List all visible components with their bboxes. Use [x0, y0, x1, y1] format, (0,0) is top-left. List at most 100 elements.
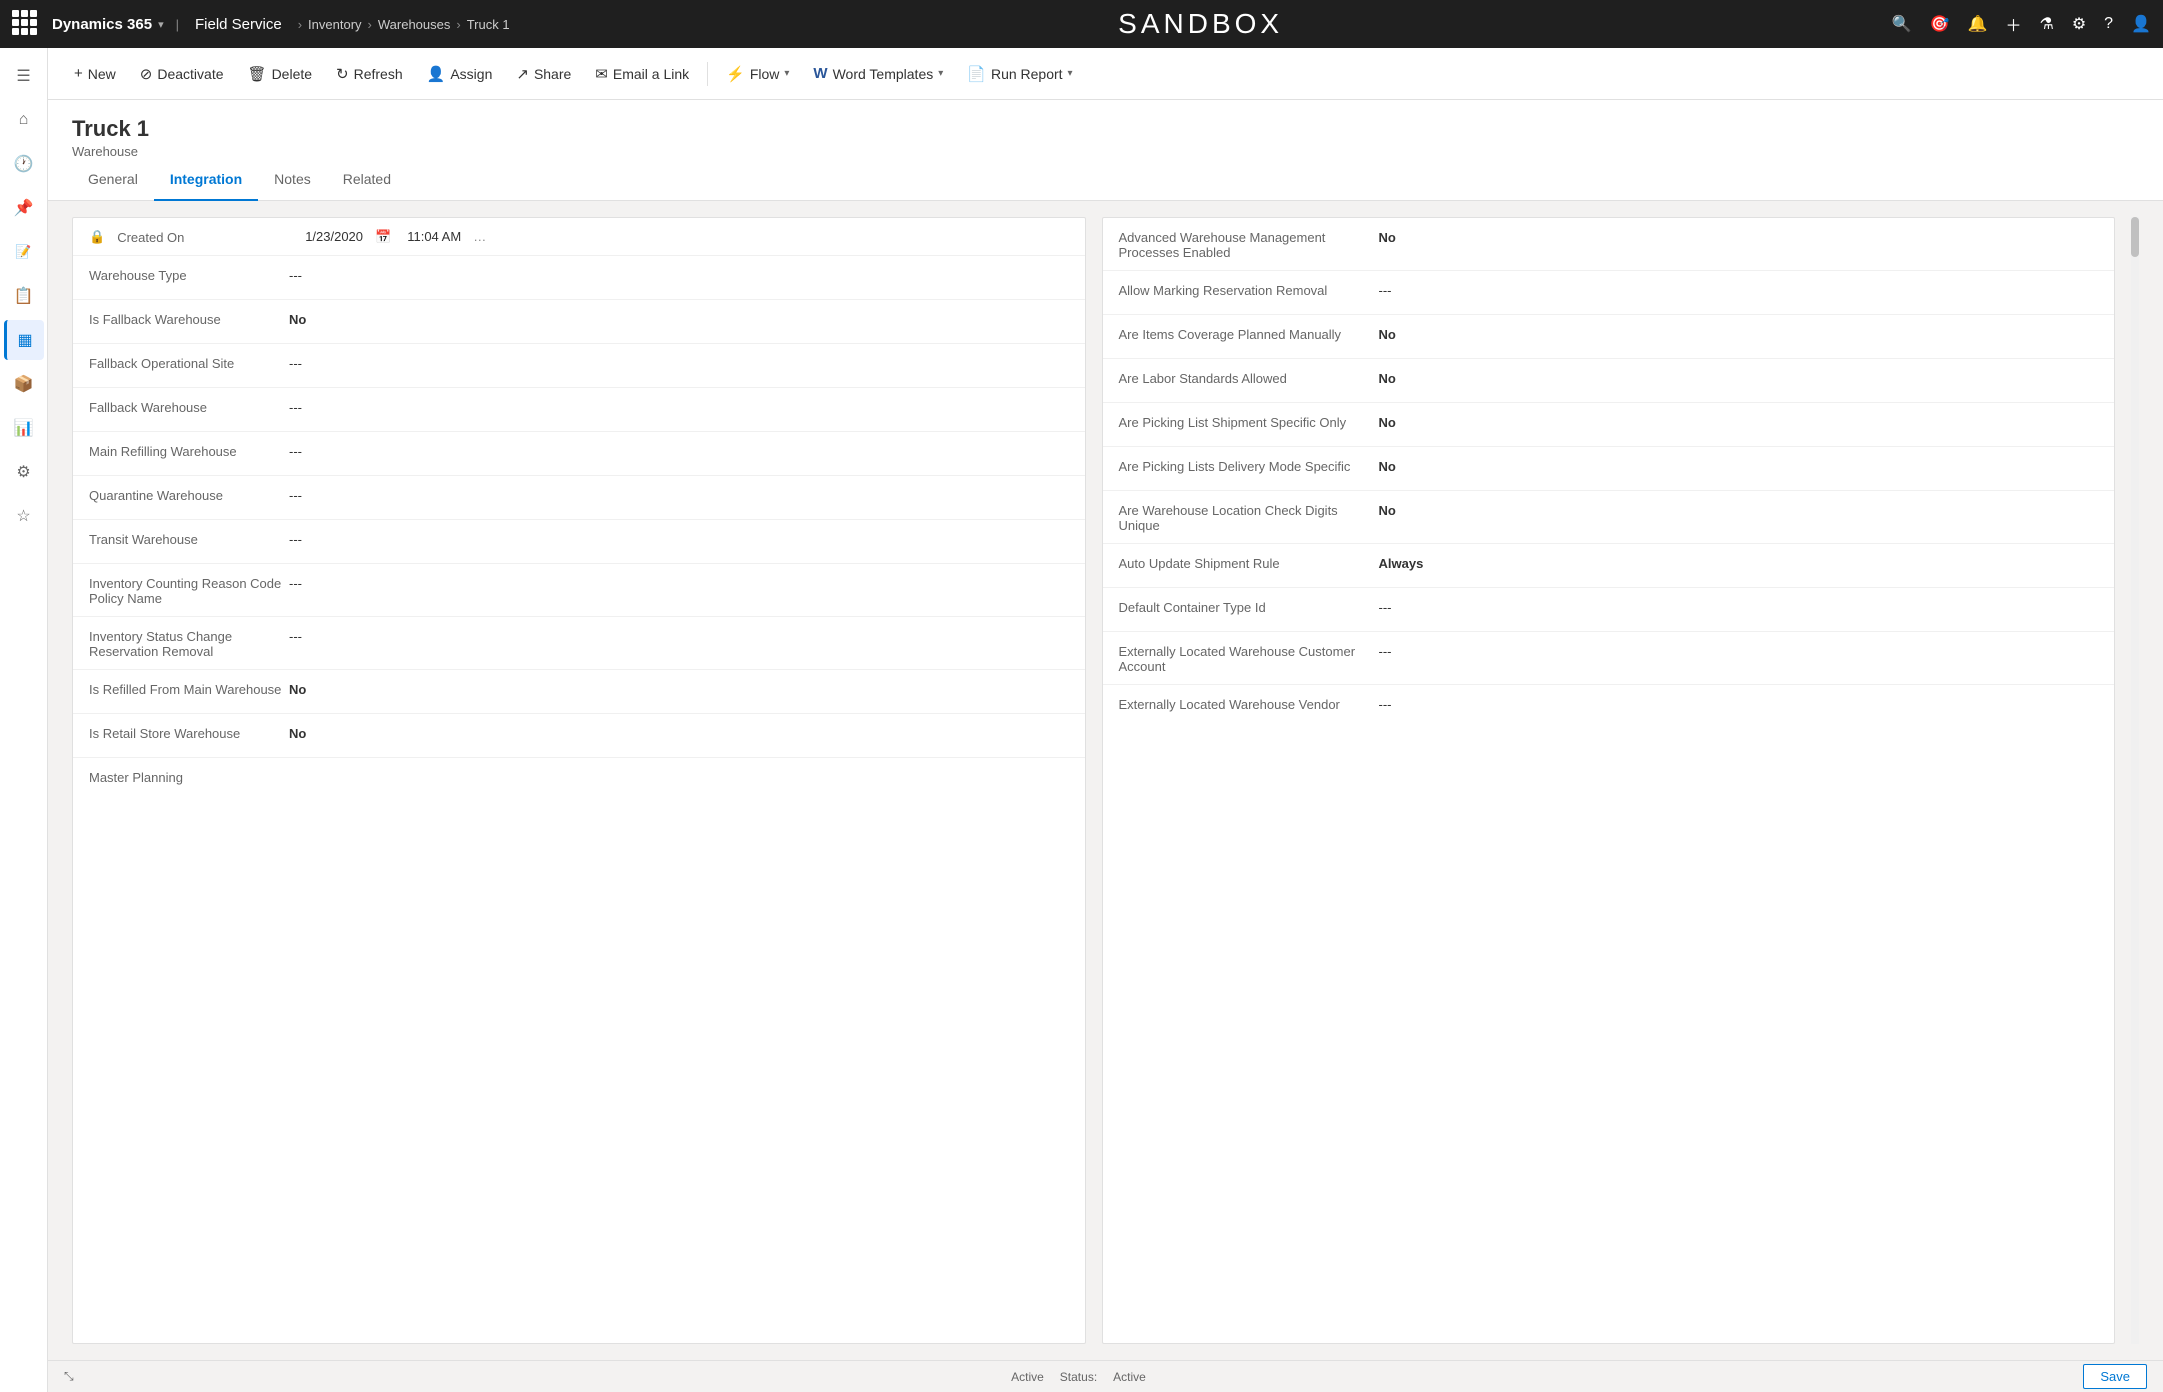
active-status: Active — [1011, 1370, 1044, 1384]
sidebar-item-box[interactable]: 📦 — [4, 364, 44, 404]
sidebar-item-favorites[interactable]: ☆ — [4, 496, 44, 536]
created-on-row: 🔒 Created On 1/23/2020 📅 11:04 AM … — [73, 218, 1085, 256]
waffle-icon[interactable] — [12, 10, 40, 38]
sidebar-item-list[interactable]: 📋 — [4, 276, 44, 316]
field-value: --- — [1379, 598, 1392, 615]
field-value: --- — [1379, 695, 1392, 712]
email-link-button[interactable]: ✉ Email a Link — [585, 59, 699, 89]
status-bar: ⤡ Active Status: Active Save — [48, 1360, 2163, 1392]
right-field-row: Are Warehouse Location Check Digits Uniq… — [1103, 491, 2115, 544]
expand-icon[interactable]: ⤡ — [64, 1369, 74, 1384]
page-header: Truck 1 Warehouse — [48, 100, 2163, 159]
calendar-icon[interactable]: 📅 — [375, 229, 391, 245]
brand-area[interactable]: Dynamics 365 ▾ — [52, 16, 164, 33]
run-report-icon: 📄 — [967, 65, 986, 83]
new-button[interactable]: + New — [64, 59, 126, 88]
deactivate-button[interactable]: ⊘ Deactivate — [130, 59, 234, 89]
field-value: Always — [1379, 554, 1424, 571]
breadcrumb-warehouses[interactable]: Warehouses — [378, 17, 451, 32]
left-field-row: Is Refilled From Main Warehouse No — [73, 670, 1085, 714]
time-picker-icon[interactable]: … — [473, 229, 486, 245]
right-field-row: Are Labor Standards Allowed No — [1103, 359, 2115, 403]
left-fields: Warehouse Type --- Is Fallback Warehouse… — [73, 256, 1085, 802]
brand-name: Dynamics 365 — [52, 16, 152, 33]
tab-notes[interactable]: Notes — [258, 159, 327, 201]
top-navigation: Dynamics 365 ▾ | Field Service › Invento… — [0, 0, 2163, 48]
right-fields: Advanced Warehouse Management Processes … — [1103, 218, 2115, 729]
email-icon: ✉ — [595, 65, 608, 83]
status-label: Status: — [1060, 1370, 1097, 1384]
field-label: Fallback Operational Site — [89, 354, 289, 371]
field-label: Main Refilling Warehouse — [89, 442, 289, 459]
field-value: No — [289, 724, 306, 741]
right-field-row: Default Container Type Id --- — [1103, 588, 2115, 632]
left-field-row: Fallback Operational Site --- — [73, 344, 1085, 388]
target-icon[interactable]: 🎯 — [1930, 14, 1950, 34]
scrollbar-track[interactable] — [2131, 217, 2139, 1344]
sidebar-item-notes[interactable]: 📝 — [4, 232, 44, 272]
share-button[interactable]: ↗ Share — [506, 59, 581, 89]
field-value: --- — [289, 627, 302, 644]
bell-icon[interactable]: 🔔 — [1968, 14, 1988, 34]
created-on-inputs: 1/23/2020 📅 11:04 AM … — [305, 229, 1068, 245]
field-value: --- — [289, 398, 302, 415]
left-field-row: Fallback Warehouse --- — [73, 388, 1085, 432]
nav-separator: | — [176, 17, 179, 32]
app-name[interactable]: Field Service — [195, 16, 282, 33]
sidebar-item-pinned[interactable]: 📌 — [4, 188, 44, 228]
page-title: Truck 1 — [72, 116, 2139, 142]
tab-general[interactable]: General — [72, 159, 154, 201]
field-value: --- — [1379, 642, 1392, 659]
right-field-row: Are Picking Lists Delivery Mode Specific… — [1103, 447, 2115, 491]
right-field-row: Advanced Warehouse Management Processes … — [1103, 218, 2115, 271]
save-button[interactable]: Save — [2083, 1364, 2147, 1389]
scrollbar-thumb[interactable] — [2131, 217, 2139, 257]
field-label: Inventory Status Change Reservation Remo… — [89, 627, 289, 659]
sidebar-item-settings[interactable]: ⚙ — [4, 452, 44, 492]
left-field-row: Inventory Counting Reason Code Policy Na… — [73, 564, 1085, 617]
field-label: Transit Warehouse — [89, 530, 289, 547]
assign-button[interactable]: 👤 Assign — [417, 59, 503, 89]
field-value: --- — [289, 266, 302, 283]
breadcrumb-inventory[interactable]: Inventory — [308, 17, 361, 32]
sidebar-item-reports[interactable]: 📊 — [4, 408, 44, 448]
field-value: No — [289, 310, 306, 327]
plus-icon[interactable]: ＋ — [2005, 12, 2021, 36]
field-label: Are Picking List Shipment Specific Only — [1119, 413, 1379, 430]
field-label: Advanced Warehouse Management Processes … — [1119, 228, 1379, 260]
created-on-date: 1/23/2020 — [305, 229, 363, 245]
field-label: Are Labor Standards Allowed — [1119, 369, 1379, 386]
field-label: Is Retail Store Warehouse — [89, 724, 289, 741]
field-label: Master Planning — [89, 768, 289, 785]
cmd-separator-1 — [707, 62, 708, 86]
delete-icon: 🗑 — [248, 65, 267, 83]
field-value: --- — [1379, 281, 1392, 298]
field-value: --- — [289, 486, 302, 503]
user-icon[interactable]: 👤 — [2131, 14, 2151, 34]
sidebar-item-recent[interactable]: 🕐 — [4, 144, 44, 184]
refresh-button[interactable]: ↻ Refresh — [326, 59, 413, 89]
created-on-time: 11:04 AM — [407, 229, 461, 245]
tab-integration[interactable]: Integration — [154, 159, 258, 201]
delete-button[interactable]: 🗑 Delete — [238, 59, 323, 89]
sidebar-collapse[interactable]: ☰ — [4, 56, 44, 96]
field-label: Is Fallback Warehouse — [89, 310, 289, 327]
tab-related[interactable]: Related — [327, 159, 407, 201]
sidebar-item-home[interactable]: ⌂ — [4, 100, 44, 140]
right-field-row: Allow Marking Reservation Removal --- — [1103, 271, 2115, 315]
main-layout: ☰ ⌂ 🕐 📌 📝 📋 ▦ 📦 📊 ⚙ ☆ + New ⊘ Deactivate… — [0, 48, 2163, 1392]
deactivate-icon: ⊘ — [140, 65, 153, 83]
command-bar: + New ⊘ Deactivate 🗑 Delete ↻ Refresh 👤 … — [48, 48, 2163, 100]
filter-icon[interactable]: ⚗ — [2039, 14, 2053, 34]
run-report-button[interactable]: 📄 Run Report ▾ — [957, 59, 1082, 89]
field-value: No — [1379, 325, 1396, 342]
search-icon[interactable]: 🔍 — [1892, 14, 1912, 34]
field-label: Externally Located Warehouse Customer Ac… — [1119, 642, 1379, 674]
help-icon[interactable]: ? — [2104, 15, 2113, 33]
word-templates-button[interactable]: W Word Templates ▾ — [803, 59, 953, 88]
flow-button[interactable]: ⚡ Flow ▾ — [716, 59, 799, 89]
breadcrumb: › Inventory › Warehouses › Truck 1 — [298, 17, 510, 32]
sidebar-item-active[interactable]: ▦ — [4, 320, 44, 360]
settings-icon[interactable]: ⚙ — [2072, 14, 2086, 34]
left-field-row: Quarantine Warehouse --- — [73, 476, 1085, 520]
